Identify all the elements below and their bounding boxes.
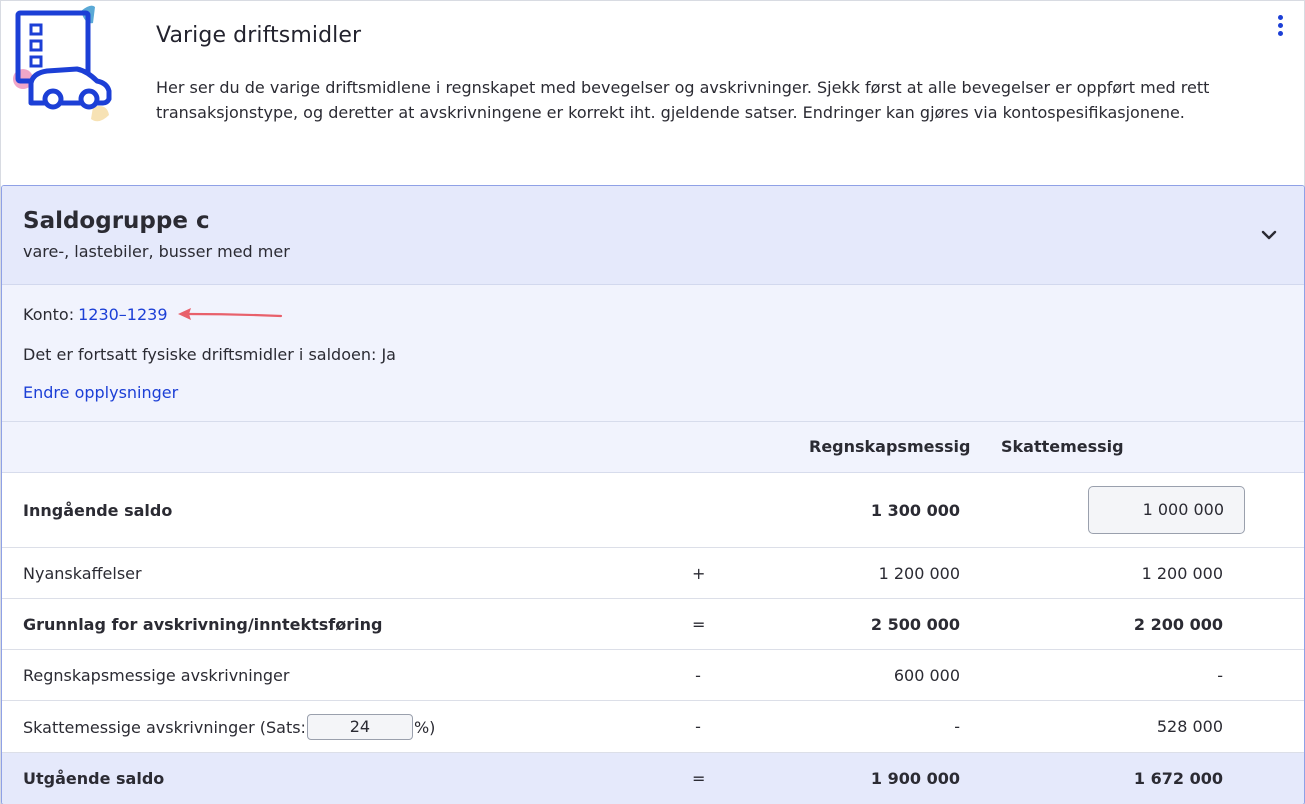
card-subtitle: vare-, lastebiler, busser med mer [23,242,290,261]
table-row-grunnlag: Grunnlag for avskrivning/inntektsføring … [2,599,1304,650]
row-label-with-sats: Skattemessige avskrivninger (Sats: 24%) [23,714,436,740]
table-header: Regnskapsmessig Skattemessig [2,422,1304,473]
kebab-menu-icon[interactable] [1269,15,1291,41]
table-row-inngaende-saldo: Inngående saldo 1 300 000 1 000 000 [2,473,1304,548]
row-label: Grunnlag for avskrivning/inntektsføring [23,615,383,634]
row-operator: = [692,769,706,788]
fysiske-driftsmidler-text: Det er fortsatt fysiske driftsmidler i s… [23,345,396,364]
table-row-nyanskaffelser: Nyanskaffelser + 1 200 000 1 200 000 [2,548,1304,599]
card-info: Konto: 1230–1239 Det er fortsatt fysiske … [2,285,1304,422]
page-description: Her ser du de varige driftsmidlene i reg… [156,78,1210,122]
inngaende-saldo-skatt-input[interactable]: 1 000 000 [1088,486,1245,534]
row-operator: - [695,717,701,736]
table-row-regnskapsmessige-avskrivninger: Regnskapsmessige avskrivninger - 600 000… [2,650,1304,701]
page-title: Varige driftsmidler [156,23,362,48]
sats-input[interactable]: 24 [306,714,413,740]
saldogruppe-card: Saldogruppe c vare-, lastebiler, busser … [1,185,1305,804]
row-value-regnskap: - [954,717,960,736]
asset-logo-icon [13,5,112,122]
card-header[interactable]: Saldogruppe c vare-, lastebiler, busser … [2,186,1304,285]
row-label: Nyanskaffelser [23,564,142,583]
card-title: Saldogruppe c [23,208,210,234]
annotation-arrow-icon [178,308,283,320]
konto-label: Konto: [23,305,75,324]
row-value-regnskap: 1 200 000 [878,564,960,583]
row-value-skatt: 1 200 000 [1141,564,1223,583]
row-value-skatt: 2 200 000 [1133,615,1223,634]
chevron-down-icon[interactable] [1258,224,1280,246]
sats-prefix: (Sats: [259,718,306,737]
row-value-skatt: 528 000 [1156,717,1223,736]
row-value-regnskap: 600 000 [893,666,960,685]
row-label: Utgående saldo [23,769,165,788]
page-frame: Varige driftsmidler Her ser du de varige… [0,0,1305,804]
table-row-skattemessige-avskrivninger: Skattemessige avskrivninger (Sats: 24%) -… [2,701,1304,753]
row-value-regnskap: 2 500 000 [870,615,960,634]
endre-opplysninger-link[interactable]: Endre opplysninger [23,383,178,402]
row-label: Skattemessige avskrivninger [23,718,255,737]
row-operator: + [692,564,706,583]
row-value-regnskap: 1 900 000 [870,769,960,788]
row-value-regnskap: 1 300 000 [870,501,960,520]
column-header-skattemessig: Skattemessig [1001,437,1124,456]
row-value-skatt: - [1217,666,1223,685]
row-value-skatt: 1 672 000 [1133,769,1223,788]
sats-suffix: %) [413,718,436,737]
page-header: Varige driftsmidler Her ser du de varige… [1,1,1304,185]
column-header-regnskapsmessig: Regnskapsmessig [809,437,971,456]
row-label: Inngående saldo [23,501,173,520]
row-operator: - [695,666,701,685]
row-label: Regnskapsmessige avskrivninger [23,666,290,685]
konto-link[interactable]: 1230–1239 [78,305,167,324]
table-row-utgaende-saldo: Utgående saldo = 1 900 000 1 672 000 [2,753,1304,804]
row-operator: = [692,615,706,634]
konto-line: Konto: 1230–1239 [23,305,168,324]
